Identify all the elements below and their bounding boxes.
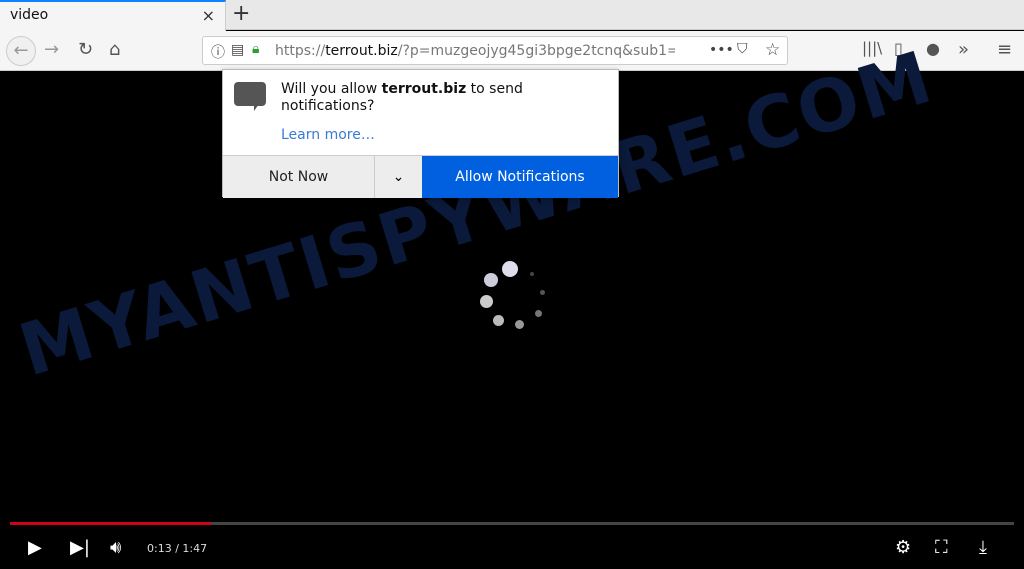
tab-video[interactable]: video × bbox=[0, 0, 226, 31]
next-icon[interactable]: ▶| bbox=[70, 537, 90, 558]
account-icon[interactable]: ● bbox=[926, 39, 940, 58]
tab-bar: video × + bbox=[0, 0, 1024, 31]
close-tab-icon[interactable]: × bbox=[202, 6, 215, 25]
spinner-dot bbox=[530, 272, 534, 276]
settings-icon[interactable]: ⚙ bbox=[895, 537, 911, 558]
home-button[interactable]: ⌂ bbox=[109, 39, 120, 60]
spinner-dot bbox=[515, 320, 524, 329]
overflow-icon[interactable]: » bbox=[958, 39, 969, 60]
not-now-button[interactable]: Not Now bbox=[223, 156, 375, 198]
notification-icon[interactable]: ▤ bbox=[231, 42, 244, 58]
back-button[interactable]: ← bbox=[6, 36, 36, 66]
spinner-dot bbox=[535, 310, 542, 317]
url-text[interactable]: https://terrout.biz/?p=muzgeojyg45gi3bpg… bbox=[275, 43, 675, 59]
menu-icon[interactable]: ≡ bbox=[997, 39, 1012, 60]
progress-bar[interactable] bbox=[10, 522, 1014, 525]
spinner-dot bbox=[540, 290, 545, 295]
spinner-dot bbox=[480, 295, 493, 308]
url-bar[interactable]: ⓘ ▤ 🔒︎ https://terrout.biz/?p=muzgeojyg4… bbox=[202, 36, 788, 65]
tab-title: video bbox=[10, 7, 49, 23]
volume-icon[interactable]: 🔊︎ bbox=[110, 537, 121, 558]
fullscreen-icon[interactable]: ⛶ bbox=[935, 537, 948, 558]
progress-fill bbox=[10, 522, 211, 525]
popup-message: Will you allow terrout.biz to send notif… bbox=[281, 81, 523, 114]
new-tab-button[interactable]: + bbox=[232, 1, 250, 26]
spinner-dot bbox=[484, 273, 498, 287]
forward-button[interactable]: → bbox=[44, 39, 59, 60]
spinner-dot bbox=[502, 261, 518, 277]
learn-more-link[interactable]: Learn more… bbox=[281, 127, 375, 143]
more-actions-icon[interactable]: ••• bbox=[709, 42, 734, 58]
play-icon[interactable]: ▶ bbox=[28, 537, 42, 558]
notification-permission-popup: Will you allow terrout.biz to send notif… bbox=[222, 69, 619, 198]
spinner-dot bbox=[493, 315, 504, 326]
bookmark-star-icon[interactable]: ☆ bbox=[765, 40, 780, 60]
download-icon[interactable]: ⤓ bbox=[979, 537, 987, 558]
info-icon[interactable]: ⓘ bbox=[211, 42, 225, 62]
allow-notifications-button[interactable]: Allow Notifications bbox=[422, 156, 618, 198]
reload-button[interactable]: ↻ bbox=[78, 39, 93, 60]
chevron-down-icon[interactable]: ⌄ bbox=[375, 156, 422, 198]
time-display: 0:13 / 1:47 bbox=[147, 542, 208, 555]
lock-icon: 🔒︎ bbox=[252, 41, 260, 57]
pocket-icon[interactable]: ⛉ bbox=[737, 41, 748, 57]
message-icon bbox=[234, 82, 266, 111]
